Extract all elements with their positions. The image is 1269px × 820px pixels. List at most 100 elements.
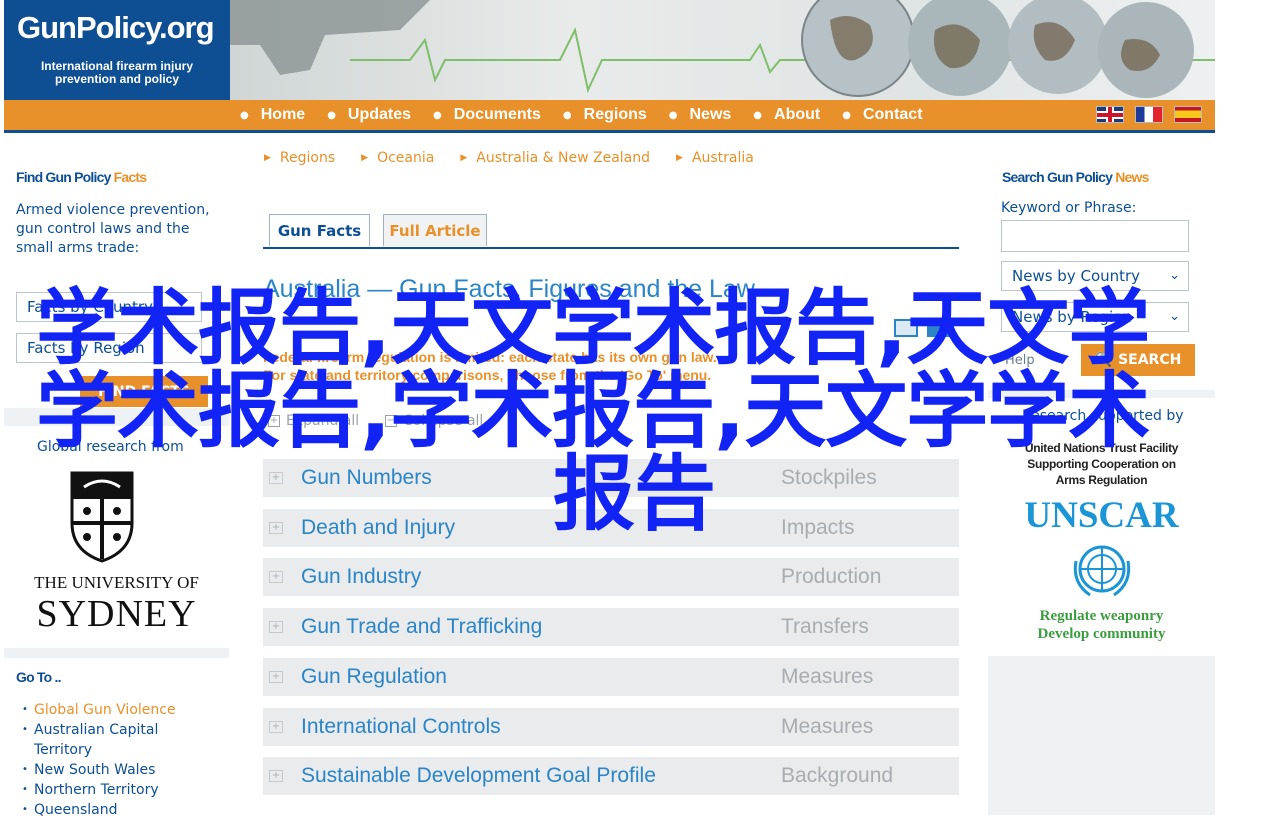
nav-bullet-icon: ● (327, 109, 336, 121)
find-heading-main: Find Gun Policy (16, 169, 114, 185)
print-icon[interactable] (894, 319, 918, 337)
main-content: ▶ Regions ▶ Oceania ▶ Australia & New Zeala… (230, 133, 988, 815)
find-facts-button[interactable]: FIND FACTS (80, 376, 208, 407)
row-category: Background (781, 764, 894, 787)
keyword-label: Keyword or Phrase: (1001, 200, 1137, 216)
plus-icon: + (268, 415, 280, 427)
fact-row-gun-trade[interactable]: + Gun Trade and Trafficking Transfers (263, 608, 959, 646)
goto-heading: Go To .. (16, 669, 61, 685)
nav-updates[interactable]: ● Updates (327, 106, 411, 124)
breadcrumb-oceania[interactable]: ▶ Oceania (361, 150, 434, 166)
breadcrumb-regions[interactable]: ▶ Regions (264, 150, 335, 166)
uk-flag-icon[interactable] (1096, 106, 1124, 123)
nav-regions-label: Regions (583, 106, 647, 123)
expand-icon: + (269, 571, 283, 583)
breadcrumb-label: Australia (691, 150, 754, 166)
facts-by-country-select[interactable]: Facts by Country ⌄ (16, 292, 202, 322)
find-heading-accent: Facts (113, 169, 147, 185)
nav-regions[interactable]: ● Regions (563, 106, 647, 124)
nav-bullet-icon: ● (842, 109, 851, 121)
expand-all-link[interactable]: + Expand all (268, 413, 359, 429)
fact-row-gun-regulation[interactable]: + Gun Regulation Measures (263, 658, 959, 696)
row-category: Transfers (781, 615, 869, 638)
france-flag-icon[interactable] (1135, 106, 1163, 123)
tab-full-article[interactable]: Full Article (383, 214, 487, 246)
collapse-all-link[interactable]: − Collapse all (385, 413, 483, 429)
nav-home[interactable]: ● Home (240, 106, 305, 124)
goto-item-act[interactable]: Australian Capital Territory (22, 720, 204, 760)
nav-contact[interactable]: ● Contact (842, 106, 922, 124)
tab-gun-facts[interactable]: Gun Facts (269, 214, 370, 246)
language-flags (1096, 106, 1213, 123)
nav-bullet-icon: ● (433, 109, 442, 121)
nav-home-label: Home (260, 106, 306, 123)
chevron-down-icon: ⌄ (182, 340, 193, 355)
find-facts-description: Armed violence prevention, gun control l… (16, 202, 210, 256)
global-research-text: Global research from (37, 439, 184, 455)
row-category: Production (781, 565, 882, 588)
fact-row-international-controls[interactable]: + International Controls Measures (263, 708, 959, 746)
expand-all-label: Expand all (286, 413, 360, 429)
fact-row-gun-industry[interactable]: + Gun Industry Production (263, 558, 959, 596)
goto-item-global[interactable]: Global Gun Violence (22, 700, 204, 720)
header-banner-image (230, 0, 1215, 100)
university-crest-icon (70, 471, 134, 563)
lead-line1: Federal firearm regulation is limited: e… (263, 349, 717, 365)
banner-graphic (230, 0, 1215, 98)
find-facts-heading: Find Gun Policy Facts (16, 169, 147, 185)
logo-subtitle: International firearm injury prevention … (4, 60, 230, 86)
nav-updates-label: Updates (347, 106, 412, 123)
goto-item-qld[interactable]: Queensland (22, 800, 204, 820)
goto-list: Global Gun Violence Australian Capital T… (22, 700, 204, 820)
nav-news[interactable]: ● News (669, 106, 732, 124)
university-name-line1: THE UNIVERSITY OF (34, 573, 199, 592)
news-by-country-select[interactable]: News by Country ⌄ (1001, 261, 1189, 291)
row-name: Death and Injury (301, 516, 456, 539)
main-nav: ● Home ● Updates ● Documents ● Regions ● News… (4, 100, 1215, 133)
slogan-line1: Regulate weaponry (1039, 608, 1164, 624)
spain-flag-icon[interactable] (1174, 106, 1202, 123)
keyword-input[interactable] (1001, 220, 1189, 252)
share-icon[interactable] (927, 319, 951, 337)
logo-title: GunPolicy.org (17, 10, 215, 45)
row-name: Gun Trade and Trafficking (301, 615, 543, 638)
nav-about-label: About (774, 106, 821, 123)
search-button[interactable]: 🔍 SEARCH (1081, 344, 1195, 376)
expand-icon: + (269, 472, 283, 484)
find-facts-box: Find Gun Policy Facts Armed violence pre… (4, 158, 229, 408)
nav-documents-label: Documents (453, 106, 541, 123)
fact-row-death-injury[interactable]: + Death and Injury Impacts (263, 509, 959, 547)
nav-documents[interactable]: ● Documents (433, 106, 541, 124)
facts-by-region-value: Facts by Region (27, 339, 145, 357)
un-emblem-icon (1073, 545, 1131, 597)
goto-item-nsw[interactable]: New South Wales (22, 760, 204, 780)
nav-about[interactable]: ● About (753, 106, 820, 124)
search-heading-accent: News (1115, 169, 1149, 185)
expand-icon: + (269, 671, 283, 683)
row-category: Measures (781, 715, 874, 738)
facts-by-region-select[interactable]: Facts by Region ⌄ (16, 333, 202, 363)
breadcrumb-anz[interactable]: ▶ Australia & New Zealand (460, 150, 650, 166)
right-sidebar: Search Gun Policy News Keyword or Phrase… (988, 158, 1215, 815)
row-name: Gun Numbers (301, 466, 432, 489)
site-logo[interactable]: GunPolicy.org International firearm inju… (4, 0, 230, 100)
row-category: Impacts (781, 516, 855, 539)
triangle-right-icon: ▶ (676, 153, 683, 163)
un-facility-text: United Nations Trust Facility Supporting… (988, 440, 1215, 488)
supporter-box: Research supported by United Nations Tru… (988, 398, 1215, 656)
fact-row-gun-numbers[interactable]: + Gun Numbers Stockpiles (263, 459, 959, 497)
breadcrumb-australia[interactable]: ▶ Australia (676, 150, 754, 166)
nav-bullet-icon: ● (562, 109, 572, 121)
un-slogan: Regulate weaponry Develop community (988, 607, 1215, 643)
help-link[interactable]: Help (1005, 351, 1035, 370)
nav-bullet-icon: ● (668, 109, 678, 121)
breadcrumb-label: Oceania (377, 150, 435, 166)
news-by-region-select[interactable]: News by Region ⌄ (1001, 302, 1189, 332)
chevron-down-icon: ⌄ (1169, 309, 1180, 324)
breadcrumb: ▶ Regions ▶ Oceania ▶ Australia & New Zeala… (264, 150, 780, 166)
un-line1: United Nations Trust Facility (1024, 441, 1179, 455)
un-line3: Arms Regulation (1055, 473, 1148, 487)
fact-row-sdg-profile[interactable]: + Sustainable Development Goal Profile Bac… (263, 757, 959, 795)
goto-item-nt[interactable]: Northern Territory (22, 780, 204, 800)
row-category: Measures (781, 665, 874, 688)
